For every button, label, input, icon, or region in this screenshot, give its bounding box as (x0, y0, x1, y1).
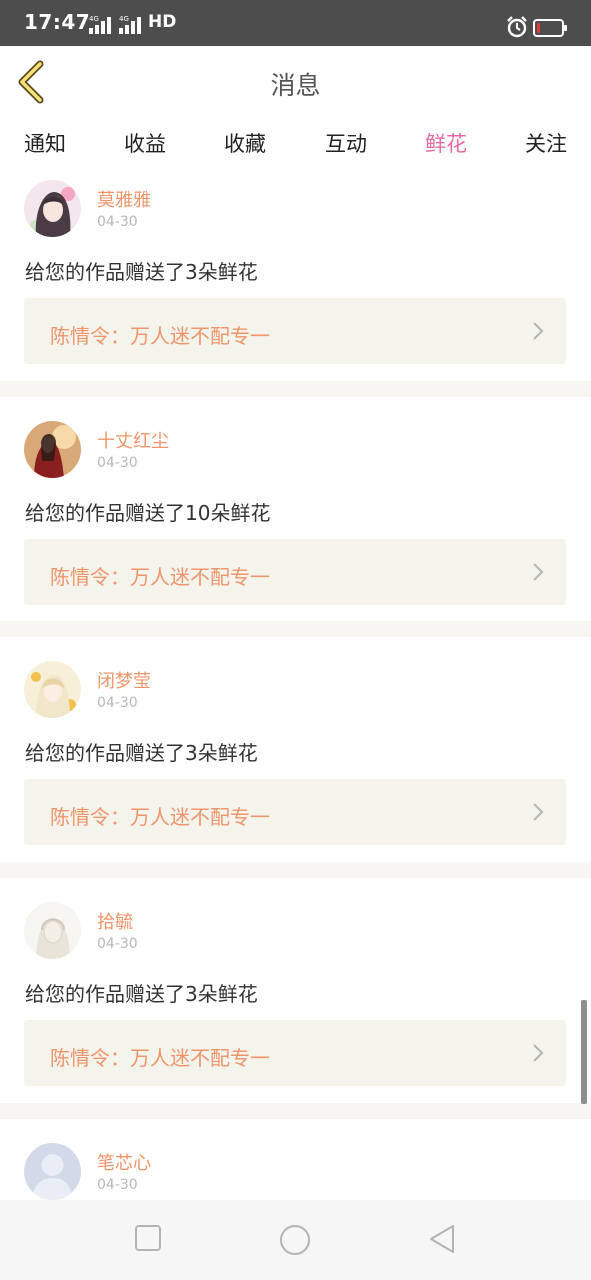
tab-label: 收益 (124, 132, 166, 156)
divider (0, 621, 591, 637)
avatar[interactable] (24, 1143, 81, 1200)
tab-label: 通知 (24, 132, 66, 156)
message-date: 04-30 (97, 1177, 138, 1193)
work-title: 陈情令：万人迷不配专一 (50, 1046, 270, 1070)
work-title: 陈情令：万人迷不配专一 (50, 805, 270, 829)
triangle-back-icon[interactable] (428, 1224, 456, 1254)
scrollbar[interactable] (581, 1000, 587, 1104)
message-text: 给您的作品赠送了3朵鲜花 (25, 260, 258, 284)
tab-label: 关注 (525, 132, 567, 156)
status-bar: 17:47 4G 4G HD (0, 0, 591, 46)
tab-interactions[interactable]: 互动 (306, 128, 386, 158)
tab-notifications[interactable]: 通知 (5, 128, 85, 158)
tab-label: 鲜花 (425, 132, 467, 156)
signal-icon: 4G (119, 15, 141, 34)
title-bar: 消息 (0, 46, 591, 118)
battery-icon (533, 19, 567, 37)
sender-name[interactable]: 拾毓 (97, 908, 133, 934)
svg-text:4G: 4G (89, 15, 99, 23)
status-time: 17:47 (24, 10, 91, 34)
divider (0, 1103, 591, 1119)
tab-follows[interactable]: 关注 (506, 128, 586, 158)
work-link[interactable]: 陈情令：万人迷不配专一 (24, 779, 566, 845)
tab-favorites[interactable]: 收藏 (205, 128, 285, 158)
divider (0, 381, 591, 397)
work-title: 陈情令：万人迷不配专一 (50, 324, 270, 348)
tab-bar: 通知 收益 收藏 互动 鲜花 关注 (0, 118, 591, 173)
alarm-icon (507, 16, 527, 38)
work-link[interactable]: 陈情令：万人迷不配专一 (24, 539, 566, 605)
square-icon[interactable] (134, 1224, 162, 1252)
avatar[interactable] (24, 661, 81, 718)
sender-name[interactable]: 莫雅雅 (97, 186, 151, 212)
message-date: 04-30 (97, 695, 138, 711)
hd-indicator: HD (148, 12, 177, 32)
message-list[interactable]: 莫雅雅 04-30 给您的作品赠送了3朵鲜花 陈情令：万人迷不配专一 十丈红尘 … (0, 168, 591, 1200)
tab-earnings[interactable]: 收益 (105, 128, 185, 158)
page-title: 消息 (270, 71, 321, 100)
work-title: 陈情令：万人迷不配专一 (50, 565, 270, 589)
system-nav-bar (0, 1200, 591, 1280)
circle-icon[interactable] (279, 1224, 311, 1256)
sender-name[interactable]: 笔芯心 (97, 1149, 151, 1175)
list-item: 十丈红尘 04-30 给您的作品赠送了10朵鲜花 陈情令：万人迷不配专一 (0, 397, 591, 610)
tab-label: 互动 (325, 132, 367, 156)
message-text: 给您的作品赠送了3朵鲜花 (25, 741, 258, 765)
chevron-right-icon (533, 563, 544, 581)
message-date: 04-30 (97, 214, 138, 230)
svg-text:4G: 4G (119, 15, 129, 23)
list-item: 笔芯心 04-30 (0, 1119, 591, 1200)
work-link[interactable]: 陈情令：万人迷不配专一 (24, 1020, 566, 1086)
avatar[interactable] (24, 180, 81, 237)
sender-name[interactable]: 十丈红尘 (97, 427, 169, 453)
tab-label: 收藏 (224, 132, 266, 156)
avatar[interactable] (24, 902, 81, 959)
message-date: 04-30 (97, 936, 138, 952)
message-date: 04-30 (97, 455, 138, 471)
message-text: 给您的作品赠送了10朵鲜花 (25, 501, 271, 525)
tab-flowers[interactable]: 鲜花 (406, 128, 486, 173)
list-item: 拾毓 04-30 给您的作品赠送了3朵鲜花 陈情令：万人迷不配专一 (0, 878, 591, 1091)
chevron-right-icon (533, 322, 544, 340)
signal-icon: 4G (89, 15, 111, 34)
work-link[interactable]: 陈情令：万人迷不配专一 (24, 298, 566, 364)
list-item: 莫雅雅 04-30 给您的作品赠送了3朵鲜花 陈情令：万人迷不配专一 (0, 168, 591, 381)
chevron-right-icon (533, 803, 544, 821)
list-item: 闭梦莹 04-30 给您的作品赠送了3朵鲜花 陈情令：万人迷不配专一 (0, 637, 591, 850)
divider (0, 862, 591, 878)
message-text: 给您的作品赠送了3朵鲜花 (25, 982, 258, 1006)
chevron-right-icon (533, 1044, 544, 1062)
avatar[interactable] (24, 421, 81, 478)
sender-name[interactable]: 闭梦莹 (97, 667, 151, 693)
